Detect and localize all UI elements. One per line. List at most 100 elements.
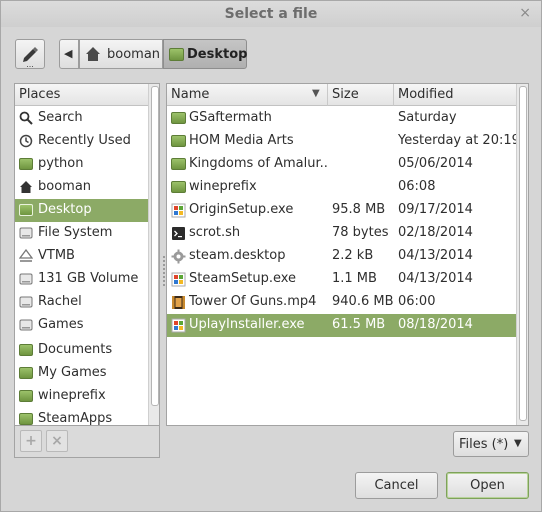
open-button[interactable]: Open <box>446 472 529 499</box>
sidebar-item-games[interactable]: Games <box>15 314 148 337</box>
close-icon[interactable]: × <box>519 5 531 21</box>
sidebar-item-label: My Games <box>38 365 107 380</box>
sidebar-item-wineprefix[interactable]: wineprefix <box>15 385 148 408</box>
breadcrumb-desktop[interactable]: Desktop <box>163 39 247 69</box>
sidebar-item-steamapps[interactable]: SteamApps <box>15 408 148 426</box>
sidebar-item-search[interactable]: Search <box>15 107 148 130</box>
file-name: SteamSetup.exe <box>189 271 297 286</box>
file-size: 61.5 MB <box>332 317 386 332</box>
desktop-icon <box>19 204 33 216</box>
gear-icon <box>171 249 186 264</box>
sidebar-item-recently-used[interactable]: Recently Used <box>15 130 148 153</box>
file-chooser-dialog: Select a file × ... ◀ booman Desktop Pla… <box>0 0 542 512</box>
file-name: Tower Of Guns.mp4 <box>189 294 317 309</box>
file-name: UplayInstaller.exe <box>189 317 305 332</box>
sidebar-item-my-games[interactable]: My Games <box>15 362 148 385</box>
drive-icon <box>19 319 33 331</box>
add-bookmark-button[interactable]: + <box>20 430 42 452</box>
sidebar-item-documents[interactable]: Documents <box>15 339 148 362</box>
file-row[interactable]: Tower Of Guns.mp4 940.6 MB 06:00 <box>167 291 516 314</box>
sidebar-item-label: Rachel <box>38 294 82 309</box>
windows-exe-icon <box>171 203 186 218</box>
places-footer: + × <box>14 426 160 458</box>
sidebar-item-label: Recently Used <box>38 133 131 148</box>
search-icon <box>19 111 33 125</box>
folder-icon <box>19 390 33 402</box>
folder-icon <box>19 158 33 170</box>
file-size: 940.6 MB <box>332 294 394 309</box>
sidebar-item-label: VTMB <box>38 248 75 263</box>
places-sidebar: Places Search Recently Used python booma… <box>14 83 160 426</box>
home-icon <box>20 181 32 193</box>
sidebar-item-vtmb[interactable]: VTMB <box>15 245 148 268</box>
file-row[interactable]: SteamSetup.exe 1.1 MB 04/13/2014 <box>167 268 516 291</box>
chevron-down-icon: ▼ <box>514 438 522 449</box>
video-icon <box>172 296 185 309</box>
file-type-filter[interactable]: Files (*) ▼ <box>453 431 529 457</box>
drive-icon <box>19 273 33 285</box>
file-name: steam.desktop <box>189 248 286 263</box>
open-button-label: Open <box>470 478 505 493</box>
recent-icon <box>19 134 33 148</box>
sidebar-item-file-system[interactable]: File System <box>15 222 148 245</box>
sidebar-item-desktop[interactable]: Desktop <box>15 199 148 222</box>
file-name: GSaftermath <box>189 110 272 125</box>
file-row[interactable]: UplayInstaller.exe 61.5 MB 08/18/2014 <box>167 314 516 337</box>
sidebar-item-label: Desktop <box>38 202 92 217</box>
file-row[interactable]: Kingdoms of Amalur... 05/06/2014 <box>167 153 516 176</box>
file-row[interactable]: steam.desktop 2.2 kB 04/13/2014 <box>167 245 516 268</box>
file-name: HOM Media Arts <box>189 133 294 148</box>
folder-icon <box>171 158 186 170</box>
breadcrumb-label: booman <box>107 47 161 62</box>
sidebar-item-rachel[interactable]: Rachel <box>15 291 148 314</box>
breadcrumb-booman[interactable]: booman <box>79 39 163 69</box>
file-row[interactable]: wineprefix 06:08 <box>167 176 516 199</box>
sidebar-item-label: SteamApps <box>38 411 113 426</box>
breadcrumb-label: Desktop <box>187 47 248 62</box>
sidebar-item-label: wineprefix <box>38 388 106 403</box>
column-header-name[interactable]: Name ▼ <box>167 84 328 106</box>
windows-exe-icon <box>171 272 186 287</box>
sidebar-item-131-gb-volume[interactable]: 131 GB Volume <box>15 268 148 291</box>
file-row[interactable]: OriginSetup.exe 95.8 MB 09/17/2014 <box>167 199 516 222</box>
sidebar-item-label: Games <box>38 317 84 332</box>
sidebar-item-label: File System <box>38 225 113 240</box>
pencil-icon: ... <box>23 47 38 68</box>
cancel-button[interactable]: Cancel <box>355 472 438 499</box>
windows-exe-icon <box>171 318 186 333</box>
file-modified: Saturday <box>398 110 457 125</box>
places-scrollbar-thumb[interactable] <box>151 86 159 406</box>
title-bar: Select a file × <box>1 1 541 27</box>
file-row[interactable]: scrot.sh 78 bytes 02/18/2014 <box>167 222 516 245</box>
file-modified: 09/17/2014 <box>398 202 473 217</box>
file-list-scrollbar[interactable] <box>516 84 528 425</box>
file-modified: 08/18/2014 <box>398 317 473 332</box>
file-modified: Yesterday at 20:19 <box>398 133 520 148</box>
sidebar-item-booman[interactable]: booman <box>15 176 148 199</box>
path-back-button[interactable]: ◀ <box>59 39 79 69</box>
cancel-button-label: Cancel <box>374 478 419 493</box>
sidebar-item-label: 131 GB Volume <box>38 271 139 286</box>
folder-icon <box>171 135 186 147</box>
file-modified: 06:08 <box>398 179 436 194</box>
file-list-scrollbar-thumb[interactable] <box>519 86 527 421</box>
remove-bookmark-button[interactable]: × <box>46 430 68 452</box>
file-row[interactable]: GSaftermath Saturday <box>167 107 516 130</box>
dialog-title: Select a file <box>224 6 318 22</box>
sidebar-item-label: python <box>38 156 84 171</box>
file-modified: 06:00 <box>398 294 436 309</box>
sidebar-item-label: booman <box>38 179 92 194</box>
places-header-label: Places <box>19 87 61 102</box>
sidebar-item-python[interactable]: python <box>15 153 148 176</box>
places-header[interactable]: Places <box>15 84 148 106</box>
svg-text:...: ... <box>26 60 34 68</box>
file-size: 95.8 MB <box>332 202 386 217</box>
column-header-modified[interactable]: Modified <box>394 84 516 106</box>
type-location-button[interactable]: ... <box>15 39 45 69</box>
file-list: Name ▼ Size Modified GSaftermath Saturda… <box>166 83 529 426</box>
folder-icon <box>171 112 186 124</box>
column-header-size[interactable]: Size <box>328 84 394 106</box>
column-header-label: Size <box>332 87 359 102</box>
file-row[interactable]: HOM Media Arts Yesterday at 20:19 <box>167 130 520 153</box>
places-scrollbar[interactable] <box>148 84 159 425</box>
